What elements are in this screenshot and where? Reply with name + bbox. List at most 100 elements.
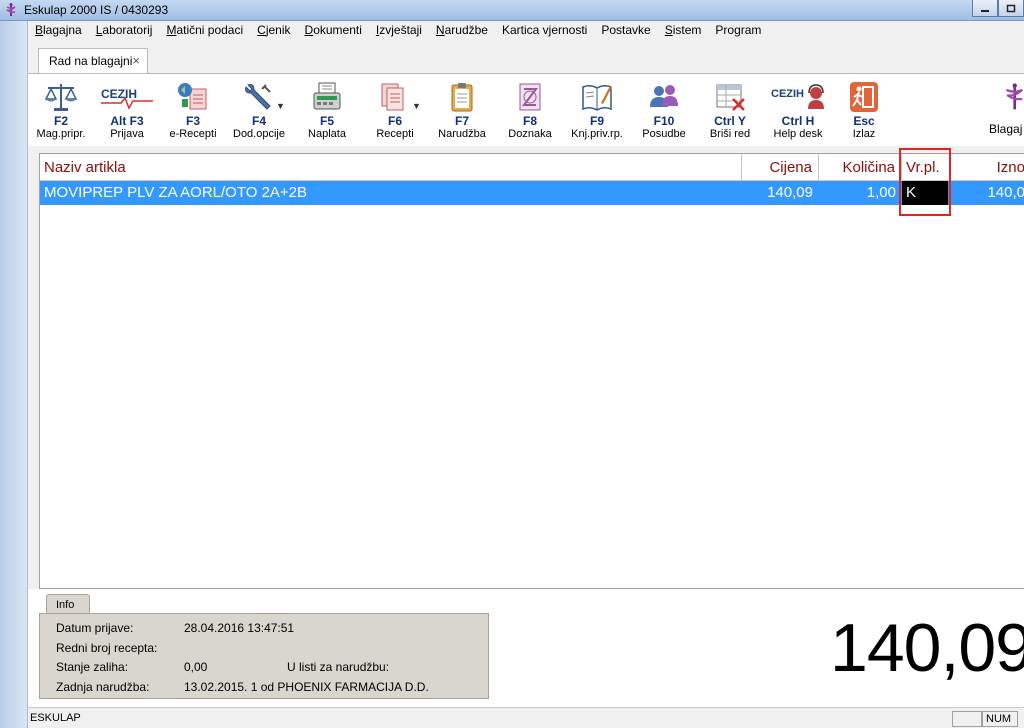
tool-key: F3 [185, 114, 200, 128]
toolbar-button-blagajna[interactable]: Blagaj [978, 79, 1024, 136]
book-icon [582, 84, 612, 111]
column-header-naziv[interactable]: Naziv artikla [40, 154, 742, 181]
column-header-kolicina[interactable]: Količina [819, 154, 902, 181]
tool-key: F5 [319, 114, 334, 128]
tool-label: Mag.pripr. [36, 128, 86, 140]
toolbar-button-brisi-red[interactable]: Ctrl Y Briši red [697, 79, 763, 141]
cezih-logo-text: CEZIH [101, 87, 137, 101]
info-panel: Datum prijave: 28.04.2016 13:47:51 Redni… [39, 613, 489, 699]
grid-header: Naziv artikla Cijena Količina Vr.pl. Izn… [40, 154, 1024, 181]
menu-item-narud-be[interactable]: Narudžbe [429, 21, 495, 41]
zadnja-narudzba-label: Zadnja narudžba: [56, 680, 150, 694]
tool-label: Knj.priv.rp. [571, 128, 623, 140]
tool-key: F4 [251, 114, 266, 128]
tool-key: Esc [853, 114, 875, 128]
maximize-button[interactable] [998, 0, 1024, 17]
status-num: NUM [982, 711, 1018, 727]
left-window-border [0, 21, 28, 728]
menu-item-mati-ni-podaci[interactable]: Matični podaci [159, 21, 250, 41]
tool-label: Posudbe [642, 128, 686, 140]
minimize-button[interactable] [972, 0, 998, 17]
column-header-iznos[interactable]: Izno [950, 154, 1024, 181]
tool-label: Recepti [376, 128, 414, 140]
menu-item-cjenik[interactable]: Cjenik [250, 21, 297, 41]
menu-item-postavke[interactable]: Postavke [594, 21, 657, 41]
menu-item-laboratorij[interactable]: Laboratorij [89, 21, 160, 41]
tool-label: Blagaj [989, 122, 1023, 136]
stanje-zaliha-value: 0,00 [184, 660, 208, 674]
tool-label: e-Recepti [169, 128, 217, 140]
dropdown-arrow-icon: ▼ [412, 101, 421, 111]
menu-item-blagajna[interactable]: Blagajna [28, 21, 89, 41]
toolbar-button-posudbe[interactable]: F10 Posudbe [631, 79, 697, 141]
tab-label: Rad na blagajni [49, 54, 133, 68]
tool-key: F10 [653, 114, 675, 128]
cell-kolicina: 1,00 [866, 184, 896, 201]
tool-key: F8 [522, 114, 537, 128]
status-bar: ESKULAP NUM [28, 707, 1024, 728]
tool-label: Izlaz [852, 128, 876, 140]
menu-item-izvje-taji[interactable]: Izvještaji [369, 21, 429, 41]
column-header-cijena[interactable]: Cijena [742, 154, 819, 181]
caduceus-app-icon [6, 3, 16, 16]
wrench-icon [245, 84, 271, 110]
zadnja-narudzba-value: 13.02.2015. 1 od PHOENIX FARMACIJA D.D. [184, 680, 429, 694]
tool-label: Naplata [308, 128, 346, 140]
tool-label: Help desk [773, 128, 823, 140]
menu-bar: Blagajna Laboratorij Matični podaci Cjenik D… [28, 21, 1024, 41]
close-tab-icon[interactable]: × [132, 53, 140, 68]
menu-item-dokumenti[interactable]: Dokumenti [298, 21, 369, 41]
tool-label: Briši red [709, 128, 751, 140]
cezih-logo-text: CEZIH [771, 88, 804, 100]
title-bar: Eskulap 2000 IS / 0430293 [0, 0, 1024, 21]
toolbar-button-doznaka[interactable]: F8 Doznaka [497, 79, 563, 141]
toolbar-button-dod-opcije[interactable]: ▼ F4 Dod.opcije [226, 79, 292, 141]
tool-key: F7 [454, 114, 469, 128]
delete-row-icon [716, 84, 745, 111]
tool-key: Ctrl H [781, 114, 815, 128]
toolbar-button-naplata[interactable]: F5 Naplata [294, 79, 360, 141]
tool-label: Prijava [110, 128, 144, 140]
clipboard-icon [451, 83, 473, 112]
toolbar-button-knj-priv-rp[interactable]: F9 Knj.priv.rp. [564, 79, 630, 141]
tool-label: Dod.opcije [233, 128, 285, 140]
remittance-icon [519, 83, 541, 111]
toolbar-button-help-desk[interactable]: CEZIH Ctrl H Help desk [765, 79, 831, 141]
tool-key: F6 [387, 114, 402, 128]
maximize-icon [1006, 4, 1016, 12]
caduceus-icon [1005, 83, 1023, 110]
exit-icon [850, 82, 878, 112]
tool-label: Narudžba [438, 128, 486, 140]
toolbar-button-mag-pripr[interactable]: F2 Mag.pripr. [28, 79, 94, 141]
e-recipe-icon [178, 83, 207, 110]
status-text: ESKULAP [30, 712, 81, 724]
toolbar-button-narudzba[interactable]: F7 Narudžba [429, 79, 495, 141]
tool-key: Ctrl Y [714, 114, 746, 128]
toolbar-button-izlaz[interactable]: Esc Izlaz [831, 79, 897, 141]
highlight-box [899, 148, 951, 216]
items-grid[interactable]: Naziv artikla Cijena Količina Vr.pl. Izn… [39, 153, 1024, 589]
menu-item-kartica-vjernosti[interactable]: Kartica vjernosti [495, 21, 594, 41]
tool-key: F2 [53, 114, 68, 128]
toolbar: F2 Mag.pripr. CEZIH Alt F3 Prijava F3 e-… [28, 74, 1024, 146]
tool-label: Doznaka [508, 128, 552, 140]
recipes-icon [381, 83, 404, 111]
info-area: Info Datum prijave: 28.04.2016 13:47:51 … [28, 589, 1024, 707]
stanje-zaliha-label: Stanje zaliha: [56, 660, 129, 674]
cezih-login-icon: CEZIH [101, 87, 153, 110]
toolbar-button-prijava[interactable]: CEZIH Alt F3 Prijava [94, 79, 160, 141]
u-listi-za-narudzbu-label: U listi za narudžbu: [287, 660, 390, 674]
cash-register-icon [313, 82, 341, 110]
tool-key: F9 [589, 114, 604, 128]
menu-item-program[interactable]: Program [708, 21, 768, 41]
cell-cijena: 140,09 [767, 184, 813, 201]
tool-key: Alt F3 [110, 114, 144, 128]
cell-naziv: MOVIPREP PLV ZA AORL/OTO 2A+2B [44, 184, 308, 201]
table-row[interactable]: MOVIPREP PLV ZA AORL/OTO 2A+2B 140,09 1,… [40, 181, 1024, 205]
toolbar-button-e-recepti[interactable]: F3 e-Recepti [160, 79, 226, 141]
tab-bar: Rad na blagajni × [28, 41, 1024, 74]
menu-item-sistem[interactable]: Sistem [658, 21, 709, 41]
tab-info[interactable]: Info [46, 594, 90, 614]
tab-rad-na-blagajni[interactable]: Rad na blagajni × [38, 48, 148, 74]
toolbar-button-recepti[interactable]: ▼ F6 Recepti [362, 79, 428, 141]
